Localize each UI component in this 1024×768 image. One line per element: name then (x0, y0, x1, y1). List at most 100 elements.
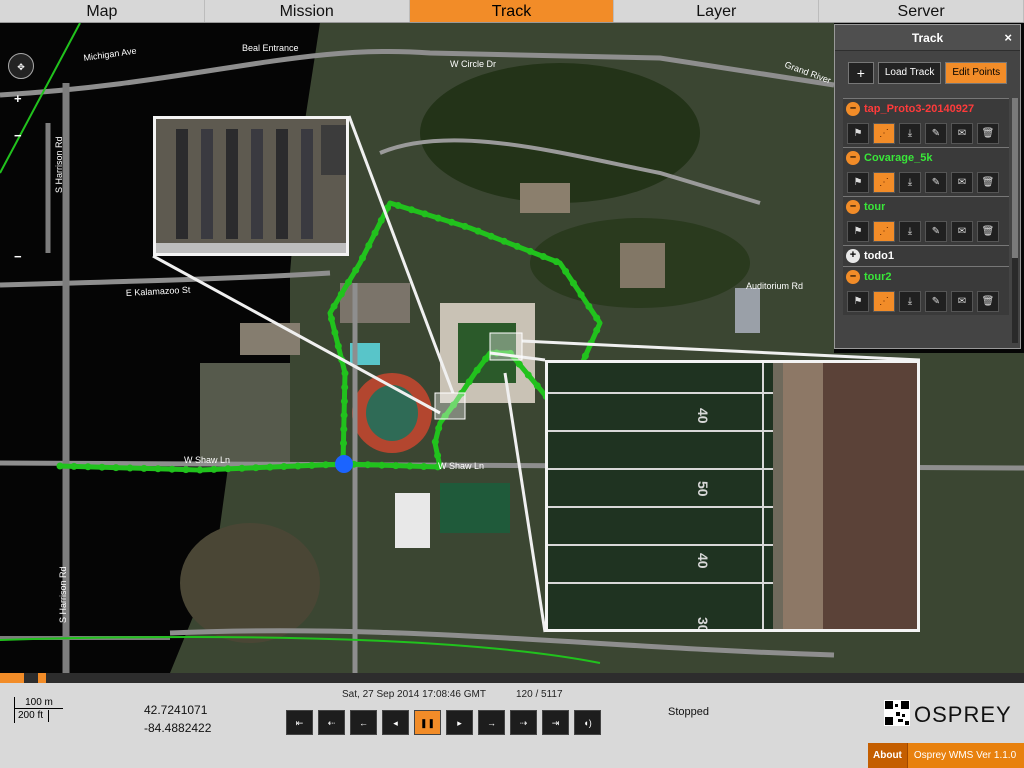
gps-point (593, 326, 601, 334)
gps-point (330, 302, 338, 310)
street-label: W Shaw Ln (438, 461, 484, 471)
playback-status: Stopped (668, 706, 709, 718)
rewind-fast-icon[interactable]: ⇠ (318, 710, 345, 735)
skip-to-end-icon[interactable]: ⇥ (542, 710, 569, 735)
add-track-button[interactable]: + (847, 62, 874, 84)
latitude: 42.7241071 (144, 703, 208, 717)
about-bar: About Osprey WMS Ver 1.1.0 (868, 743, 1024, 768)
about-button[interactable]: About (868, 743, 908, 768)
pause-icon[interactable]: ❚❚ (414, 710, 441, 735)
collapse-toggle-icon[interactable]: – (846, 200, 860, 214)
tab-layer[interactable]: Layer (614, 0, 820, 22)
collapse-toggle-icon[interactable]: – (846, 151, 860, 165)
svg-text:40: 40 (695, 553, 711, 569)
edit-points-button[interactable]: Edit Points (945, 62, 1008, 84)
comment-icon[interactable]: ✉ (951, 220, 973, 242)
track-item[interactable]: – tour (843, 196, 1009, 217)
zoom-reset-button[interactable]: − (14, 249, 22, 264)
gps-point (168, 465, 176, 473)
svg-text:50: 50 (695, 481, 711, 497)
gps-point (334, 342, 342, 350)
zoom-out-button[interactable]: − (14, 128, 22, 143)
gps-point (448, 218, 456, 226)
gps-point (328, 315, 335, 323)
collapse-toggle-icon[interactable]: – (846, 270, 860, 284)
collapse-toggle-icon[interactable]: – (846, 102, 860, 116)
wrench-icon[interactable]: ✎ (925, 171, 947, 193)
gps-point (408, 206, 415, 214)
gps-point (140, 464, 148, 472)
track-tools: ⚑ ⋰ ⤓ ✎ ✉ 🗑 (843, 217, 1009, 245)
load-track-button[interactable]: Load Track (877, 62, 942, 84)
gps-point (345, 278, 352, 286)
gps-point (340, 439, 347, 447)
gps-point (434, 214, 442, 222)
flag-icon[interactable]: ⚑ (847, 122, 869, 144)
building (240, 323, 300, 355)
campus-area (180, 523, 320, 643)
frame-counter: 120 / 5117 (516, 689, 563, 700)
forward-icon[interactable]: → (478, 710, 505, 735)
gps-point (392, 462, 400, 470)
scrollbar-thumb[interactable] (1012, 98, 1018, 258)
flag-icon[interactable]: ⚑ (847, 290, 869, 312)
comment-icon[interactable]: ✉ (951, 290, 973, 312)
points-icon[interactable]: ⋰ (873, 220, 895, 242)
skip-to-start-icon[interactable]: ⇤ (286, 710, 313, 735)
trash-icon[interactable]: 🗑 (977, 171, 999, 193)
playback-timeline[interactable] (0, 673, 1024, 683)
trash-icon[interactable]: 🗑 (977, 290, 999, 312)
street-label: E Kalamazoo St (126, 285, 191, 298)
points-icon[interactable]: ⋰ (873, 122, 895, 144)
tab-server[interactable]: Server (819, 0, 1024, 22)
expand-toggle-icon[interactable]: + (846, 249, 860, 263)
flag-icon[interactable]: ⚑ (847, 220, 869, 242)
gps-point (112, 464, 120, 472)
current-position-marker[interactable] (335, 455, 353, 473)
gps-point (500, 237, 508, 245)
timeline-handle[interactable] (38, 673, 47, 683)
rewind-icon[interactable]: ← (350, 710, 377, 735)
points-icon[interactable]: ⋰ (873, 171, 895, 193)
trash-icon[interactable]: 🗑 (977, 122, 999, 144)
tab-track[interactable]: Track (409, 0, 615, 22)
track-item[interactable]: – Covarage_5k (843, 147, 1009, 168)
comment-icon[interactable]: ✉ (951, 122, 973, 144)
gps-point (84, 463, 92, 471)
track-list-scrollbar[interactable] (1012, 98, 1018, 343)
inset-view-parking[interactable] (153, 116, 349, 256)
inset-view-football-field[interactable]: 40 50 40 30 (545, 360, 920, 632)
track-item[interactable]: – tap_Proto3-20140927 (843, 98, 1009, 119)
close-icon[interactable]: × (1004, 25, 1012, 51)
building (520, 183, 570, 213)
comment-icon[interactable]: ✉ (951, 171, 973, 193)
track-item[interactable]: + todo1 (843, 245, 1009, 266)
gps-point (70, 462, 78, 470)
step-back-icon[interactable]: ◂ (382, 710, 409, 735)
zoom-in-button[interactable]: + (14, 91, 22, 106)
step-forward-icon[interactable]: ▸ (446, 710, 473, 735)
track-item[interactable]: – tour2 (843, 266, 1009, 287)
wrench-icon[interactable]: ✎ (925, 122, 947, 144)
forward-fast-icon[interactable]: ⇢ (510, 710, 537, 735)
inset-parking-image (156, 119, 346, 253)
download-icon[interactable]: ⤓ (899, 290, 921, 312)
download-icon[interactable]: ⤓ (899, 220, 921, 242)
trash-icon[interactable]: 🗑 (977, 220, 999, 242)
tab-map[interactable]: Map (0, 0, 205, 22)
flag-icon[interactable]: ⚑ (847, 171, 869, 193)
road (0, 270, 331, 288)
tab-mission[interactable]: Mission (205, 0, 410, 22)
wrench-icon[interactable]: ✎ (925, 220, 947, 242)
download-icon[interactable]: ⤓ (899, 171, 921, 193)
audio-icon[interactable]: ◖) (574, 710, 601, 735)
gps-point (98, 463, 106, 471)
wrench-icon[interactable]: ✎ (925, 290, 947, 312)
download-icon[interactable]: ⤓ (899, 122, 921, 144)
tennis-courts (440, 483, 510, 533)
gps-point (331, 329, 339, 336)
logo-wordmark: OSPREY (914, 702, 1012, 727)
points-icon[interactable]: ⋰ (873, 290, 895, 312)
gps-point (515, 360, 523, 368)
pan-control-icon[interactable]: ✥ (8, 53, 34, 79)
